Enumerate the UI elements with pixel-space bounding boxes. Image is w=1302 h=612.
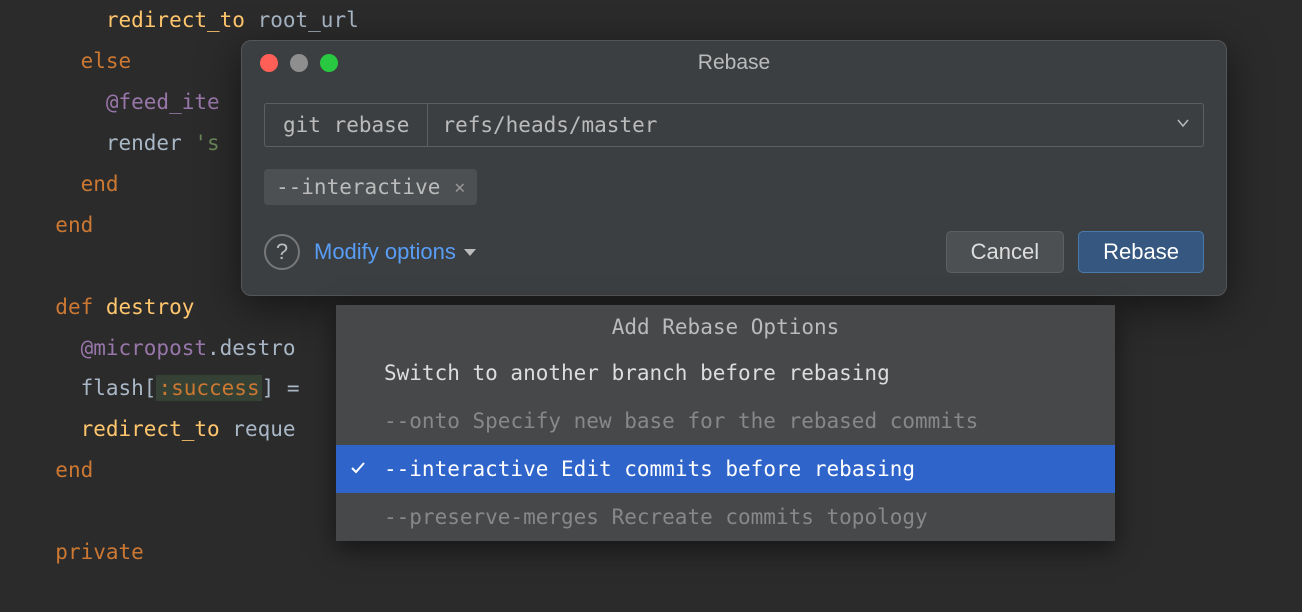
maximize-icon[interactable] xyxy=(320,54,338,72)
close-icon[interactable]: ✕ xyxy=(454,177,465,198)
dialog-title: Rebase xyxy=(242,51,1226,75)
interactive-chip[interactable]: --interactive ✕ xyxy=(264,169,477,205)
option-flag: --onto xyxy=(384,409,460,433)
action-row: ? Modify options Cancel Rebase xyxy=(264,231,1204,273)
option-text: Switch to another branch before rebasing xyxy=(384,361,890,385)
option-desc: Specify new base for the rebased commits xyxy=(473,409,979,433)
dropdown-item[interactable]: --interactive Edit commits before rebasi… xyxy=(336,445,1115,493)
close-icon[interactable] xyxy=(260,54,278,72)
chip-label: --interactive xyxy=(276,175,440,199)
dropdown-header: Add Rebase Options xyxy=(336,305,1115,349)
target-dropdown-button[interactable] xyxy=(1163,104,1203,146)
rebase-dialog: Rebase git rebase refs/heads/master --in… xyxy=(241,40,1227,296)
rebase-options-dropdown: Add Rebase Options Switch to another bra… xyxy=(336,305,1115,541)
titlebar: Rebase xyxy=(242,41,1226,85)
dropdown-item[interactable]: --onto Specify new base for the rebased … xyxy=(336,397,1115,445)
rebase-button[interactable]: Rebase xyxy=(1078,231,1204,273)
chevron-down-icon xyxy=(1175,113,1191,137)
target-input[interactable]: refs/heads/master xyxy=(428,104,1163,146)
code-line: end xyxy=(30,450,359,491)
code-line: private xyxy=(30,532,359,573)
window-controls xyxy=(242,54,338,72)
cancel-button[interactable]: Cancel xyxy=(946,231,1064,273)
option-flag: --preserve-merges xyxy=(384,505,599,529)
chevron-down-icon xyxy=(464,249,476,256)
modify-options-label: Modify options xyxy=(314,239,456,265)
option-flag: --interactive xyxy=(384,457,548,481)
command-bar: git rebase refs/heads/master xyxy=(264,103,1204,147)
code-line: @micropost.destro xyxy=(30,328,359,369)
modify-options-link[interactable]: Modify options xyxy=(314,239,476,265)
help-icon: ? xyxy=(276,239,288,265)
dialog-body: git rebase refs/heads/master --interacti… xyxy=(242,85,1226,295)
help-button[interactable]: ? xyxy=(264,234,300,270)
code-line xyxy=(30,491,359,532)
dropdown-item[interactable]: --preserve-merges Recreate commits topol… xyxy=(336,493,1115,541)
check-icon xyxy=(350,457,366,481)
code-line: flash[:success] = xyxy=(30,368,359,409)
option-desc: Recreate commits topology xyxy=(612,505,928,529)
command-prefix: git rebase xyxy=(265,104,428,146)
options-chips: --interactive ✕ xyxy=(264,169,1204,205)
option-desc: Edit commits before rebasing xyxy=(561,457,915,481)
dropdown-item[interactable]: Switch to another branch before rebasing xyxy=(336,349,1115,397)
minimize-icon[interactable] xyxy=(290,54,308,72)
code-line: redirect_to reque xyxy=(30,409,359,450)
code-line: redirect_to root_url xyxy=(30,0,359,41)
